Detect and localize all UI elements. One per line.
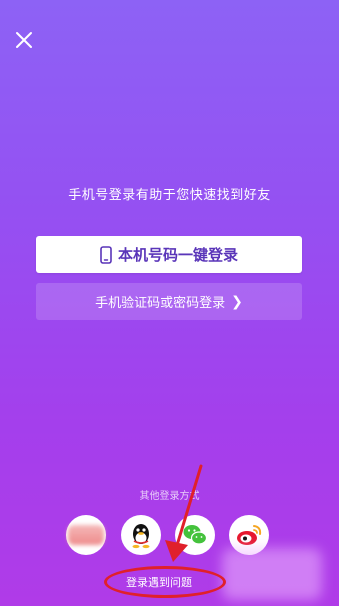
blurred-provider-icon [68, 525, 104, 545]
weibo-icon [237, 525, 262, 545]
close-icon [16, 32, 32, 48]
close-button[interactable] [12, 28, 36, 52]
phone-icon [100, 245, 112, 264]
blurred-overlay [222, 548, 322, 600]
qq-login-button[interactable] [121, 515, 161, 555]
annotation-circle [104, 566, 226, 598]
sms-password-login-label: 手机验证码或密码登录 [95, 296, 226, 311]
chevron-right-icon: ❯ [231, 293, 243, 310]
other-login-methods-label: 其他登录方式 [139, 491, 200, 502]
login-subtitle: 手机号登录有助于您快速找到好友 [68, 188, 271, 203]
sms-password-login-button[interactable]: 手机验证码或密码登录 ❯ [36, 283, 302, 320]
qq-penguin-icon [132, 524, 150, 549]
wechat-icon [183, 525, 208, 545]
one-click-login-button[interactable]: 本机号码一键登录 [36, 236, 302, 273]
wechat-login-button[interactable] [175, 515, 215, 555]
blurred-login-button[interactable] [66, 515, 106, 555]
one-click-login-label: 本机号码一键登录 [117, 246, 238, 264]
